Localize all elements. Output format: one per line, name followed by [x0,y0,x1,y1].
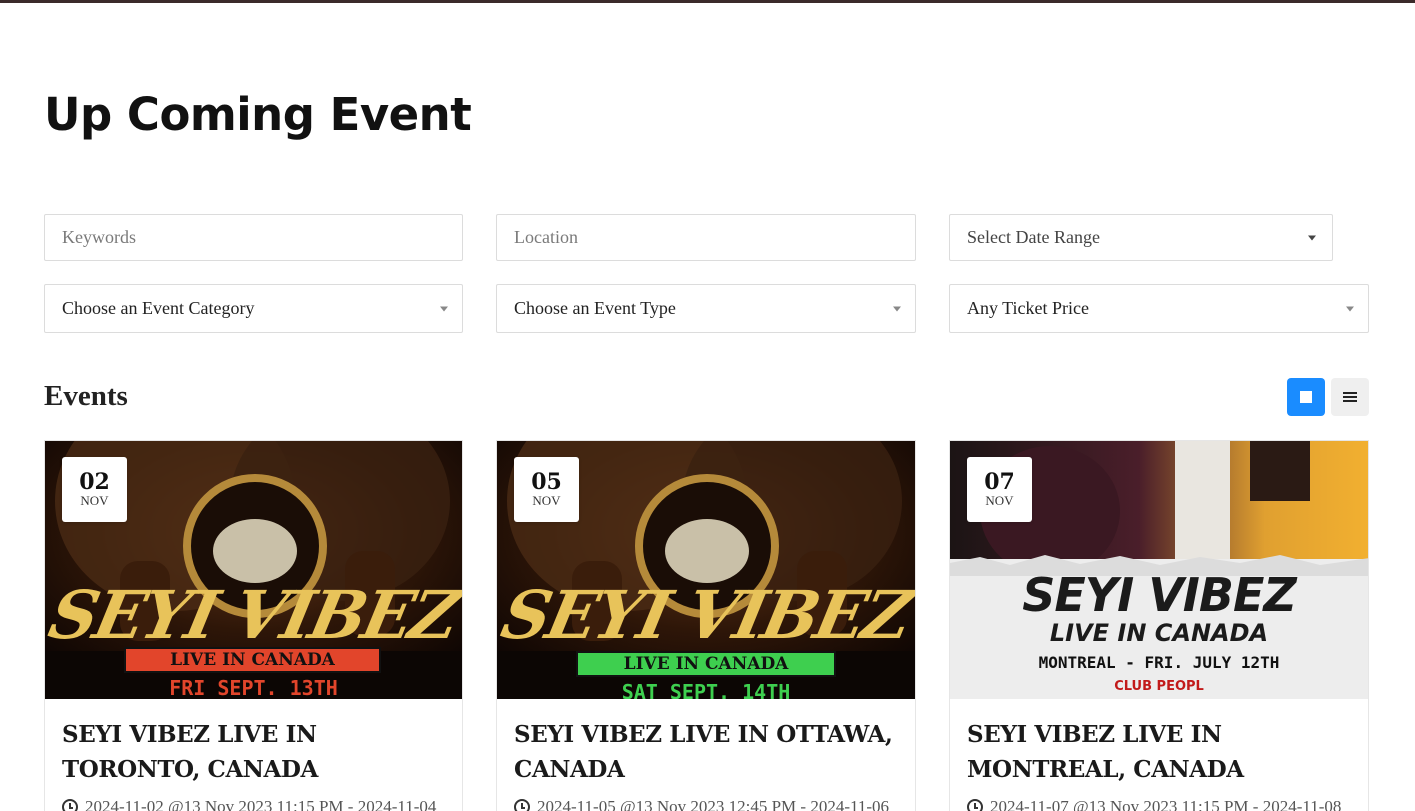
event-category-select[interactable]: Choose an Event Category [44,284,463,333]
event-category-value: Choose an Event Category [62,298,255,318]
location-input[interactable] [514,227,915,248]
poster-venue: CLUB PEOPL [1114,679,1204,694]
event-card[interactable]: SEYI VIBEZ LIVE IN CANADA MONTREAL - FRI… [949,440,1369,811]
event-time-text: 2024-11-02 @13 Nov 2023 11:15 PM - 2024-… [85,797,437,811]
event-month: NOV [532,492,561,508]
event-time-text: 2024-11-05 @13 Nov 2023 12:45 PM - 2024-… [537,797,890,811]
events-heading: Events [44,380,128,412]
date-badge: 07 NOV [967,457,1032,522]
event-time: 2024-11-05 @13 Nov 2023 12:45 PM - 2024-… [514,797,914,811]
ticket-price-value: Any Ticket Price [967,298,1090,318]
chevron-down-icon [440,306,448,311]
event-time-text: 2024-11-07 @13 Nov 2023 11:15 PM - 2024-… [990,797,1342,811]
event-title[interactable]: SEYI VIBEZ LIVE IN OTTAWA, CANADA [514,717,904,787]
chevron-down-icon [1308,235,1316,240]
list-view-button[interactable] [1331,378,1369,416]
event-time: 2024-11-02 @13 Nov 2023 11:15 PM - 2024-… [62,797,462,811]
top-bar [0,0,1415,3]
page-title: Up Coming Event [44,88,472,141]
poster-date: FRI SEPT. 13TH [169,676,338,699]
event-month: NOV [80,492,109,508]
grid-view-icon [1300,391,1312,403]
event-poster[interactable]: SEYI VIBEZ LIVE IN CANADA SAT SEPT. 14TH… [497,441,915,699]
date-badge: 02 NOV [62,457,127,522]
grid-view-button[interactable] [1287,378,1325,416]
ticket-price-select[interactable]: Any Ticket Price [949,284,1369,333]
date-range-select[interactable]: Select Date Range [949,214,1333,261]
event-type-select[interactable]: Choose an Event Type [496,284,916,333]
event-card[interactable]: SEYI VIBEZ LIVE IN CANADA SAT SEPT. 14TH… [496,440,916,811]
date-range-value: Select Date Range [967,227,1100,247]
event-card[interactable]: SEYI VIBEZ LIVE IN CANADA FRI SEPT. 13TH… [44,440,463,811]
poster-headline: SEYI VIBEZ [45,576,462,654]
poster-date: SAT SEPT. 14TH [621,680,791,699]
keywords-field[interactable] [44,214,463,261]
event-day: 05 [531,468,562,495]
poster-headline: SEYI VIBEZ [1022,568,1297,622]
chevron-down-icon [1346,306,1354,311]
poster-date: MONTREAL - FRI. JULY 12TH [1038,653,1280,672]
event-poster[interactable]: SEYI VIBEZ LIVE IN CANADA MONTREAL - FRI… [950,441,1368,699]
event-month: NOV [985,492,1014,508]
event-day: 07 [984,468,1015,495]
poster-headline: SEYI VIBEZ [497,576,915,654]
poster-subhead: LIVE IN CANADA [1049,619,1269,647]
event-type-value: Choose an Event Type [514,298,676,318]
poster-banner: LIVE IN CANADA [576,651,836,677]
chevron-down-icon [893,306,901,311]
clock-icon [967,799,983,811]
event-title[interactable]: SEYI VIBEZ LIVE IN MONTREAL, CANADA [967,717,1357,787]
clock-icon [514,799,530,811]
event-poster[interactable]: SEYI VIBEZ LIVE IN CANADA FRI SEPT. 13TH… [45,441,462,699]
event-day: 02 [79,468,110,495]
clock-icon [62,799,78,811]
poster-banner: LIVE IN CANADA [124,647,381,673]
keywords-input[interactable] [62,227,462,248]
date-badge: 05 NOV [514,457,579,522]
event-title[interactable]: SEYI VIBEZ LIVE IN TORONTO, CANADA [62,717,452,787]
event-time: 2024-11-07 @13 Nov 2023 11:15 PM - 2024-… [967,797,1367,811]
location-field[interactable] [496,214,916,261]
list-view-icon [1343,391,1357,403]
